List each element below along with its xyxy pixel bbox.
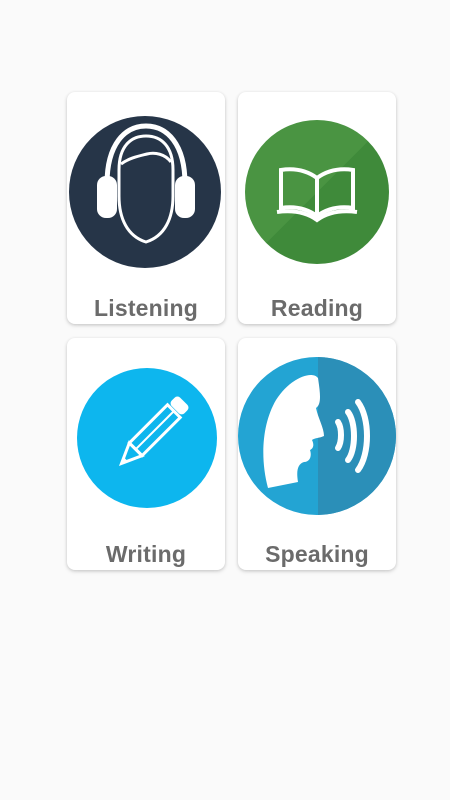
- listening-label: Listening: [93, 295, 199, 321]
- speaking-card[interactable]: Speaking: [238, 338, 396, 570]
- speaking-head-icon: [238, 338, 396, 538]
- speaking-label: Speaking: [265, 541, 369, 567]
- writing-label: Writing: [105, 541, 187, 567]
- writing-card[interactable]: Writing: [67, 338, 225, 570]
- headphones-head-icon: [67, 92, 225, 292]
- pencil-icon: [67, 338, 225, 538]
- open-book-icon: [238, 92, 396, 292]
- reading-card[interactable]: Reading: [238, 92, 396, 324]
- reading-label: Reading: [270, 295, 364, 321]
- listening-card[interactable]: Listening: [67, 92, 225, 324]
